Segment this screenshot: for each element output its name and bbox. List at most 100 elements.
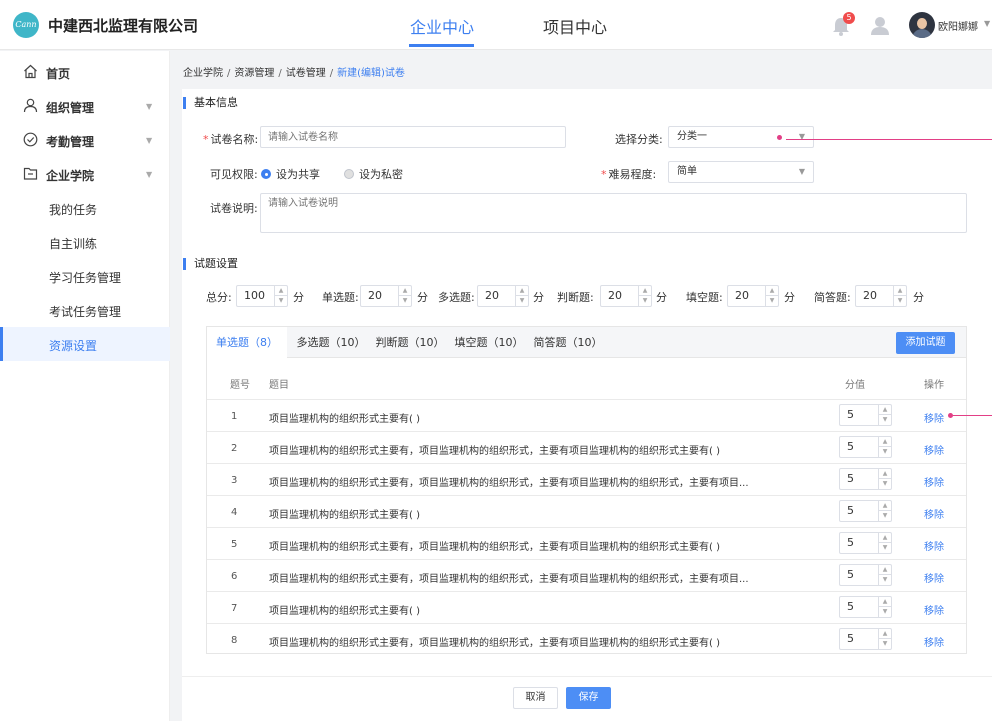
single-choice-stepper[interactable]: 20 ▲ ▼ <box>360 285 412 307</box>
sidebar-item-label: 首页 <box>46 67 71 81</box>
fill-blank-stepper[interactable]: 20 ▲ ▼ <box>727 285 779 307</box>
sidebar-item-resource-settings[interactable]: 资源设置 <box>0 327 170 361</box>
increment-icon[interactable]: ▲ <box>766 286 778 296</box>
chevron-down-icon[interactable]: ▼ <box>984 19 990 28</box>
decrement-icon[interactable]: ▼ <box>879 575 891 585</box>
decrement-icon[interactable]: ▼ <box>894 296 906 306</box>
remove-link[interactable]: 移除 <box>924 634 944 649</box>
column-header-score: 分值 <box>845 380 865 391</box>
tab-single-choice[interactable]: 单选题（8） <box>207 327 287 359</box>
score-stepper[interactable]: 5 ▲ ▼ <box>839 628 892 650</box>
score-stepper[interactable]: 5 ▲ ▼ <box>839 564 892 586</box>
username[interactable]: 欧阳娜娜 <box>938 18 978 33</box>
breadcrumb-item[interactable]: 企业学院 <box>183 68 223 79</box>
sidebar-item-organization[interactable]: 组织管理 ▼ <box>0 89 170 123</box>
decrement-icon[interactable]: ▼ <box>639 296 651 306</box>
remove-link[interactable]: 移除 <box>924 538 944 553</box>
sidebar-item-academy[interactable]: 企业学院 ▼ <box>0 157 170 191</box>
decrement-icon[interactable]: ▼ <box>879 415 891 425</box>
decrement-icon[interactable]: ▼ <box>879 447 891 457</box>
row-index: 7 <box>231 603 238 614</box>
sidebar-item-attendance[interactable]: 考勤管理 ▼ <box>0 123 170 157</box>
pin-marker <box>777 135 782 140</box>
increment-icon[interactable]: ▲ <box>879 597 891 607</box>
increment-icon[interactable]: ▲ <box>894 286 906 296</box>
decrement-icon[interactable]: ▼ <box>879 607 891 617</box>
add-question-button[interactable]: 添加试题 <box>896 332 955 354</box>
breadcrumb-item[interactable]: 资源管理 <box>234 68 274 79</box>
category-select[interactable]: 分类一 ▼ <box>668 126 814 148</box>
decrement-icon[interactable]: ▼ <box>879 543 891 553</box>
section-title-settings: 试题设置 <box>183 258 238 270</box>
remove-link[interactable]: 移除 <box>924 410 944 425</box>
sidebar-item-label: 企业学院 <box>46 169 95 183</box>
increment-icon[interactable]: ▲ <box>399 286 411 296</box>
score-stepper[interactable]: 5 ▲ ▼ <box>839 532 892 554</box>
remove-link[interactable]: 移除 <box>924 474 944 489</box>
breadcrumb-item[interactable]: 试卷管理 <box>286 68 326 79</box>
decrement-icon[interactable]: ▼ <box>879 511 891 521</box>
tab-multi-choice[interactable]: 多选题（10） <box>295 327 367 358</box>
increment-icon[interactable]: ▲ <box>516 286 528 296</box>
question-text: 项目监理机构的组织形式主要有，项目监理机构的组织形式，主要有项目监理机构的组织形… <box>269 574 749 585</box>
increment-icon[interactable]: ▲ <box>879 469 891 479</box>
total-score-label: 总分: <box>206 291 232 304</box>
radio-private[interactable]: 设为私密 <box>344 166 403 182</box>
multi-choice-stepper[interactable]: 20 ▲ ▼ <box>477 285 529 307</box>
cancel-button[interactable]: 取消 <box>513 687 558 709</box>
radio-shared[interactable]: 设为共享 <box>261 166 320 182</box>
decrement-icon[interactable]: ▼ <box>399 296 411 306</box>
true-false-stepper[interactable]: 20 ▲ ▼ <box>600 285 652 307</box>
remove-link[interactable]: 移除 <box>924 570 944 585</box>
score-stepper[interactable]: 5 ▲ ▼ <box>839 404 892 426</box>
decrement-icon[interactable]: ▼ <box>516 296 528 306</box>
increment-icon[interactable]: ▲ <box>879 501 891 511</box>
sidebar-item-learning-tasks[interactable]: 学习任务管理 <box>0 259 170 293</box>
increment-icon[interactable]: ▲ <box>879 629 891 639</box>
row-index: 3 <box>231 475 238 486</box>
question-text: 项目监理机构的组织形式主要有( ) <box>269 606 420 617</box>
row-index: 6 <box>231 571 238 582</box>
question-list-panel: 单选题（8） 多选题（10） 判断题（10） 填空题（10） 简答题（10） 添… <box>206 326 967 654</box>
decrement-icon[interactable]: ▼ <box>879 479 891 489</box>
decrement-icon[interactable]: ▼ <box>275 296 287 306</box>
sidebar-item-self-training[interactable]: 自主训练 <box>0 225 170 259</box>
tab-project-center[interactable]: 项目中心 <box>543 14 607 38</box>
unit-label: 分 <box>417 291 428 304</box>
remove-link[interactable]: 移除 <box>924 442 944 457</box>
sidebar-item-exam-tasks[interactable]: 考试任务管理 <box>0 293 170 327</box>
tab-enterprise-center[interactable]: 企业中心 <box>410 14 474 38</box>
exam-name-input[interactable] <box>260 126 566 148</box>
short-answer-stepper[interactable]: 20 ▲ ▼ <box>855 285 907 307</box>
question-text: 项目监理机构的组织形式主要有，项目监理机构的组织形式，主要有项目监理机构的组织形… <box>269 638 720 649</box>
sidebar-item-my-tasks[interactable]: 我的任务 <box>0 191 170 225</box>
score-stepper[interactable]: 5 ▲ ▼ <box>839 596 892 618</box>
score-stepper[interactable]: 5 ▲ ▼ <box>839 468 892 490</box>
active-indicator <box>0 327 3 361</box>
question-text: 项目监理机构的组织形式主要有( ) <box>269 510 420 521</box>
avatar[interactable] <box>909 12 935 38</box>
increment-icon[interactable]: ▲ <box>879 405 891 415</box>
row-index: 5 <box>231 539 238 550</box>
increment-icon[interactable]: ▲ <box>879 565 891 575</box>
score-stepper[interactable]: 5 ▲ ▼ <box>839 500 892 522</box>
save-button[interactable]: 保存 <box>566 687 611 709</box>
score-stepper[interactable]: 5 ▲ ▼ <box>839 436 892 458</box>
remove-link[interactable]: 移除 <box>924 602 944 617</box>
remove-link[interactable]: 移除 <box>924 506 944 521</box>
tab-fill-blank[interactable]: 填空题（10） <box>453 327 525 358</box>
tab-true-false[interactable]: 判断题（10） <box>374 327 446 358</box>
increment-icon[interactable]: ▲ <box>879 437 891 447</box>
description-textarea[interactable] <box>260 193 967 233</box>
increment-icon[interactable]: ▲ <box>275 286 287 296</box>
increment-icon[interactable]: ▲ <box>879 533 891 543</box>
decrement-icon[interactable]: ▼ <box>766 296 778 306</box>
difficulty-select[interactable]: 简单 ▼ <box>668 161 814 183</box>
total-score-stepper[interactable]: 100 ▲ ▼ <box>236 285 288 307</box>
sidebar-item-home[interactable]: 首页 <box>0 55 170 89</box>
section-title-basic: 基本信息 <box>183 97 238 109</box>
decrement-icon[interactable]: ▼ <box>879 639 891 649</box>
tab-short-answer[interactable]: 简答题（10） <box>532 327 604 358</box>
increment-icon[interactable]: ▲ <box>639 286 651 296</box>
contacts-icon[interactable] <box>869 14 891 36</box>
